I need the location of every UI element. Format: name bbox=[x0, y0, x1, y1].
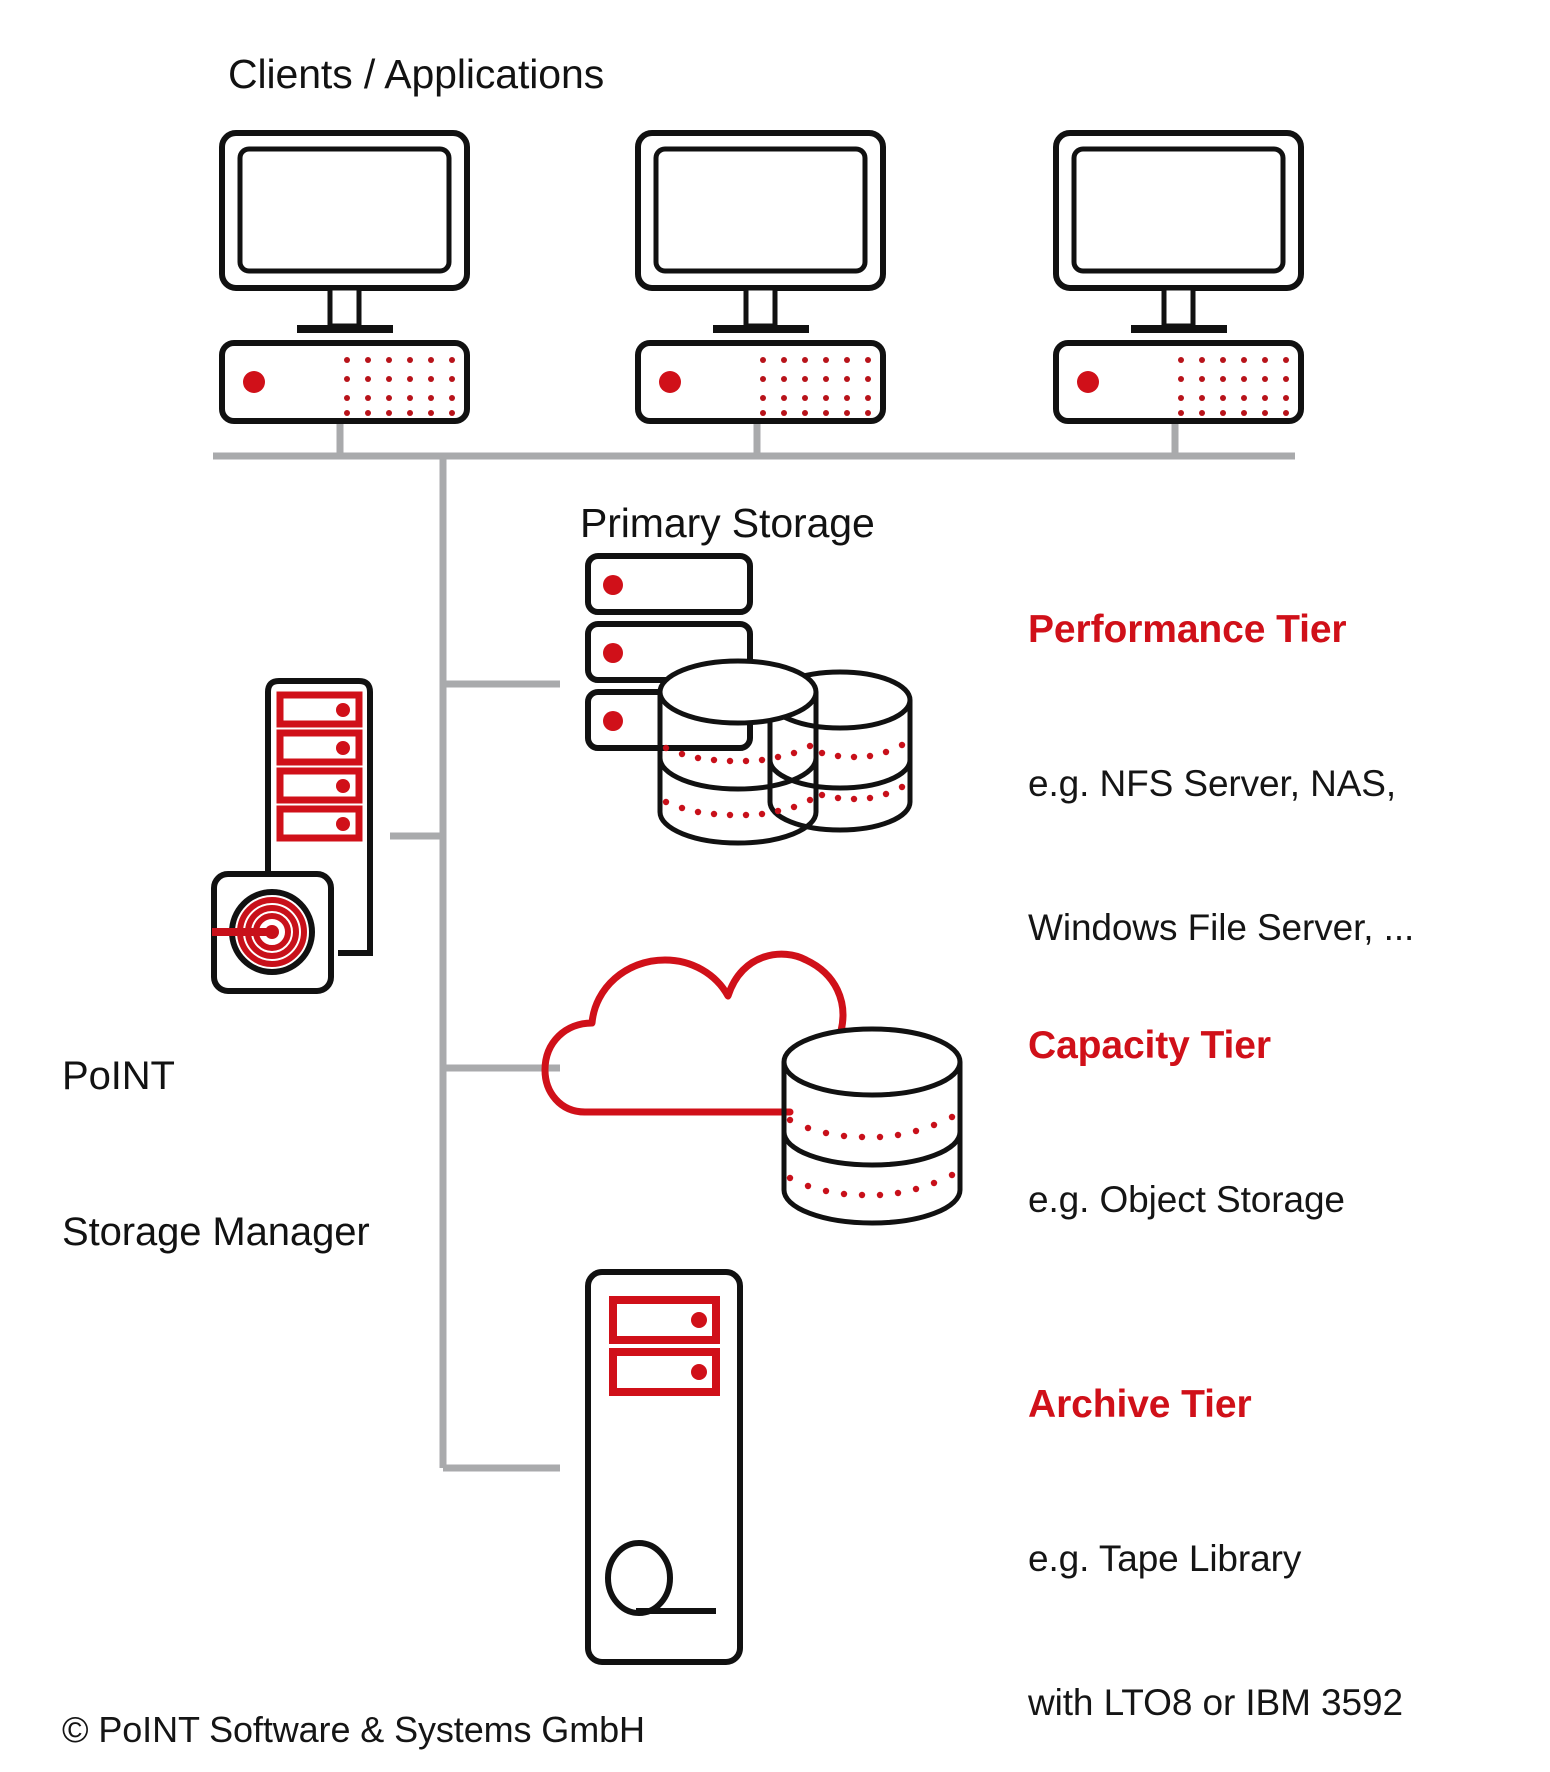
capacity-tier-title: Capacity Tier bbox=[1028, 1024, 1271, 1067]
client-computer-3 bbox=[1053, 130, 1304, 424]
storage-manager-label-line1: PoINT bbox=[62, 1054, 175, 1098]
archive-tier-tape-library-icon bbox=[585, 1269, 743, 1665]
capacity-tier-description: e.g. Object Storage bbox=[1028, 1080, 1345, 1320]
archive-tier-title: Archive Tier bbox=[1028, 1383, 1252, 1426]
performance-tier-disk-array-icon bbox=[657, 658, 913, 846]
capacity-tier-cloud-storage-icon bbox=[541, 950, 963, 1226]
archive-tier-desc-line1: e.g. Tape Library bbox=[1028, 1538, 1302, 1580]
clients-applications-heading: Clients / Applications bbox=[228, 51, 605, 97]
storage-manager-label-line2: Storage Manager bbox=[62, 1210, 370, 1254]
client-computer-2 bbox=[635, 130, 886, 424]
point-storage-manager-icon bbox=[211, 678, 373, 994]
primary-storage-heading: Primary Storage bbox=[580, 500, 875, 546]
performance-tier-description: e.g. NFS Server, NAS, Windows File Serve… bbox=[1028, 664, 1414, 1049]
diagram-canvas: Clients / Applications Primary Storage P… bbox=[0, 0, 1550, 1772]
archive-tier-desc-line2: with LTO8 or IBM 3592 bbox=[1028, 1682, 1403, 1724]
copyright-footer: © PoINT Software & Systems GmbH bbox=[62, 1709, 645, 1750]
capacity-tier-desc-line1: e.g. Object Storage bbox=[1028, 1179, 1345, 1221]
performance-tier-desc-line2: Windows File Server, ... bbox=[1028, 907, 1415, 949]
archive-tier-description: e.g. Tape Library with LTO8 or IBM 3592 bbox=[1028, 1439, 1403, 1772]
connector-spine bbox=[390, 456, 560, 1472]
performance-tier-desc-line1: e.g. NFS Server, NAS, bbox=[1028, 763, 1397, 805]
performance-tier-title: Performance Tier bbox=[1028, 608, 1347, 651]
storage-manager-label: PoINT Storage Manager bbox=[62, 946, 370, 1362]
client-computer-1 bbox=[219, 130, 470, 424]
